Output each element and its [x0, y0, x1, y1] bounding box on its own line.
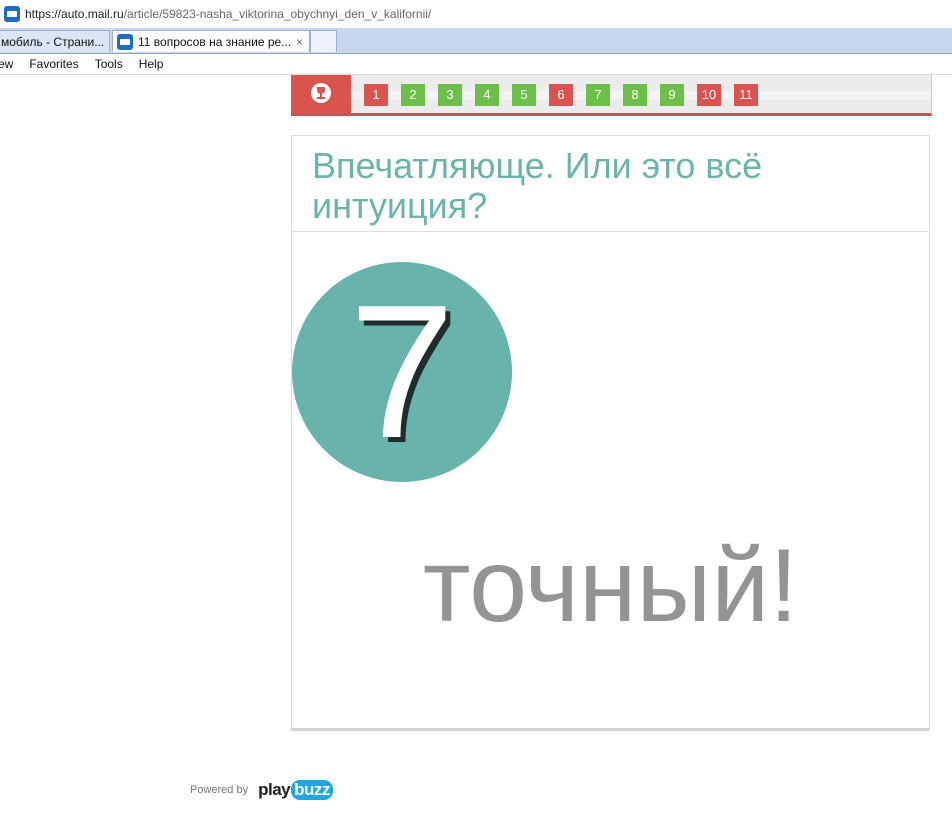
menu-tools[interactable]: Tools: [95, 57, 123, 71]
tab-1-label: мобиль - Страни...: [1, 34, 105, 49]
question-1[interactable]: 1: [364, 84, 388, 106]
url-path: /article/59823-nasha_viktorina_obychnyi_…: [123, 7, 432, 21]
menu-help[interactable]: Help: [139, 57, 164, 71]
question-5[interactable]: 5: [512, 84, 536, 106]
results-button[interactable]: [291, 75, 351, 113]
result-card: Впечатляюще. Или это всё интуиция? 7 точ…: [291, 135, 930, 731]
question-6[interactable]: 6: [549, 84, 573, 106]
tab-1[interactable]: мобиль - Страни...: [0, 30, 110, 52]
menu-view[interactable]: ew: [0, 57, 13, 71]
tab-favicon-icon: [117, 33, 133, 50]
score-circle: 7: [292, 262, 512, 482]
tab-2-label: 11 вопросов на знание ре...: [138, 34, 292, 49]
powered-by-label: Powered by: [190, 784, 249, 796]
question-2[interactable]: 2: [401, 84, 425, 106]
tab-2-active[interactable]: 11 вопросов на знание ре... ×: [112, 30, 310, 52]
url-host: https://auto.mail.ru: [25, 7, 124, 21]
logo-play: play: [258, 780, 291, 799]
question-4[interactable]: 4: [475, 84, 499, 106]
question-7[interactable]: 7: [586, 84, 610, 106]
menu-favorites[interactable]: Favorites: [29, 57, 78, 71]
address-bar[interactable]: https://auto.mail.ru/article/59823-nasha…: [0, 0, 952, 29]
card-divider: [292, 231, 929, 232]
powered-by[interactable]: Powered by play buzz: [190, 780, 333, 800]
question-10[interactable]: 10: [697, 84, 721, 106]
trophy-base: [317, 97, 325, 99]
logo-buzz: buzz: [291, 780, 333, 800]
result-title: Впечатляюще. Или это всё интуиция?: [312, 145, 763, 226]
question-11[interactable]: 11: [734, 84, 758, 106]
question-3[interactable]: 3: [438, 84, 462, 106]
menu-bar: ew Favorites Tools Help: [0, 54, 952, 75]
score-number: 7: [349, 266, 455, 478]
close-icon[interactable]: ×: [296, 35, 303, 49]
question-8[interactable]: 8: [623, 84, 647, 106]
url-text[interactable]: https://auto.mail.ru/article/59823-nasha…: [25, 7, 431, 21]
new-tab-button[interactable]: [310, 30, 337, 52]
quiz-progress-bar: 1 2 3 4 5 6 7 8 9 10 11: [291, 75, 932, 116]
question-9[interactable]: 9: [660, 84, 684, 106]
site-favicon-icon: [4, 6, 20, 22]
tab-strip: мобиль - Страни... 11 вопросов на знание…: [0, 28, 952, 54]
playbuzz-logo: play buzz: [258, 780, 333, 800]
result-word: точный!: [422, 528, 799, 644]
